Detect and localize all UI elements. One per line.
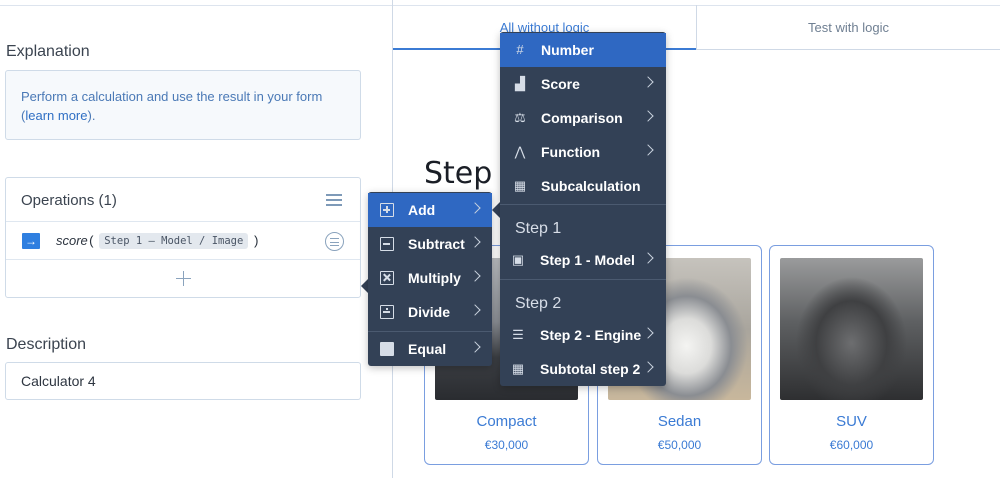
operation-row[interactable]: → score( Step 1 – Model / Image ) <box>6 222 360 260</box>
learn-more-link[interactable]: learn more <box>25 108 87 123</box>
explanation-box: Perform a calculation and use the result… <box>5 70 361 140</box>
menu-item-subcalculation[interactable]: ▦ Subcalculation <box>500 169 666 203</box>
operations-panel: Operations (1) → score( Step 1 – Model /… <box>5 177 361 298</box>
menu-item-subtract[interactable]: Subtract <box>368 227 492 261</box>
multiply-square-icon <box>380 271 394 285</box>
menu-item-label: Multiply <box>408 270 461 286</box>
card-name: Compact <box>476 413 537 430</box>
row-menu-icon[interactable] <box>325 232 344 251</box>
menu-item-label: Divide <box>408 304 451 320</box>
image-icon: ▣ <box>511 252 525 267</box>
menu-group-step-2: Step 2 <box>515 295 562 312</box>
menu-item-label: Comparison <box>541 110 623 126</box>
chevron-right-icon <box>469 341 481 353</box>
description-title: Description <box>6 336 87 353</box>
chevron-right-icon <box>469 202 481 214</box>
hamburger-icon[interactable] <box>326 194 342 206</box>
chevron-right-icon <box>642 327 654 339</box>
close-paren: ) <box>251 234 260 249</box>
divide-square-icon <box>380 305 394 319</box>
menu-group-step-1: Step 1 <box>515 220 562 237</box>
operator-menu: Add Subtract Multiply Divide Equal <box>368 192 492 366</box>
card-price: €50,000 <box>657 438 702 452</box>
subcalculation-icon: ▦ <box>511 361 525 376</box>
compass-icon: ⋀ <box>514 144 526 159</box>
menu-item-step-1-model[interactable]: ▣ Step 1 - Model <box>500 243 666 277</box>
card-price: €60,000 <box>829 438 874 452</box>
menu-item-score[interactable]: ▟ Score <box>500 67 666 101</box>
chevron-right-icon <box>642 144 654 156</box>
menu-item-label: Equal <box>408 341 447 357</box>
score-icon: ▟ <box>515 76 525 91</box>
explanation-suffix: ). <box>87 108 96 123</box>
menu-item-label: Subtract <box>408 236 465 252</box>
chevron-right-icon <box>469 270 481 282</box>
menu-item-label: Number <box>541 42 594 58</box>
arrow-right-icon: → <box>22 233 40 249</box>
chevron-right-icon <box>642 252 654 264</box>
menu-separator <box>500 279 666 280</box>
operation-expression: score( Step 1 – Model / Image ) <box>56 233 260 249</box>
equal-square-icon <box>380 342 394 356</box>
menu-item-function[interactable]: ⋀ Function <box>500 135 666 169</box>
subcalculation-icon: ▦ <box>513 178 527 193</box>
menu-item-label: Step 1 - Model <box>540 252 635 268</box>
description-input[interactable]: Calculator 4 <box>5 362 361 400</box>
menu-item-label: Subcalculation <box>541 178 641 194</box>
menu-item-comparison[interactable]: ⚖ Comparison <box>500 101 666 135</box>
operation-function: score <box>56 233 88 248</box>
value-menu-caret <box>492 202 500 218</box>
subtract-square-icon <box>380 237 394 251</box>
list-icon: ☰ <box>512 327 524 342</box>
menu-item-label: Function <box>541 144 601 160</box>
menu-item-add[interactable]: Add <box>368 193 492 227</box>
menu-item-label: Add <box>408 202 436 218</box>
card-name: Sedan <box>657 413 702 430</box>
hash-icon: # <box>516 42 524 57</box>
menu-separator <box>500 204 666 205</box>
add-square-icon <box>380 203 394 217</box>
chevron-right-icon <box>469 304 481 316</box>
menu-item-label: Subtotal step 2 <box>540 361 641 377</box>
menu-item-step-2-engine[interactable]: ☰ Step 2 - Engine <box>500 318 666 352</box>
tab-test-with-logic[interactable]: Test with logic <box>696 5 1000 50</box>
open-paren: ( <box>87 234 96 249</box>
menu-item-multiply[interactable]: Multiply <box>368 261 492 295</box>
option-card-suv[interactable]: SUV €60,000 <box>769 245 934 465</box>
chevron-right-icon <box>642 361 654 373</box>
menu-item-subtotal-step-2[interactable]: ▦ Subtotal step 2 <box>500 352 666 386</box>
balance-icon: ⚖ <box>514 110 526 125</box>
menu-item-divide[interactable]: Divide <box>368 295 492 329</box>
chevron-right-icon <box>642 76 654 88</box>
reference-chip[interactable]: Step 1 – Model / Image <box>99 233 249 249</box>
value-menu: # Number ▟ Score ⚖ Comparison ⋀ Function… <box>500 32 666 386</box>
operations-title: Operations (1) <box>21 192 117 209</box>
explanation-title: Explanation <box>6 43 90 60</box>
menu-item-label: Score <box>541 76 580 92</box>
operations-header: Operations (1) <box>6 178 360 222</box>
menu-item-label: Step 2 - Engine <box>540 327 642 343</box>
plus-icon[interactable] <box>176 271 191 286</box>
add-operation-row[interactable] <box>6 260 360 297</box>
car-image <box>780 258 923 400</box>
card-name: SUV <box>836 413 867 430</box>
card-price: €30,000 <box>484 438 529 452</box>
chevron-right-icon <box>642 110 654 122</box>
menu-item-number[interactable]: # Number <box>500 33 666 67</box>
menu-item-equal[interactable]: Equal <box>368 332 492 366</box>
preview-tabs: All without logic Test with logic <box>393 5 1000 50</box>
settings-pane: Explanation Perform a calculation and us… <box>0 0 392 478</box>
chevron-right-icon <box>469 236 481 248</box>
